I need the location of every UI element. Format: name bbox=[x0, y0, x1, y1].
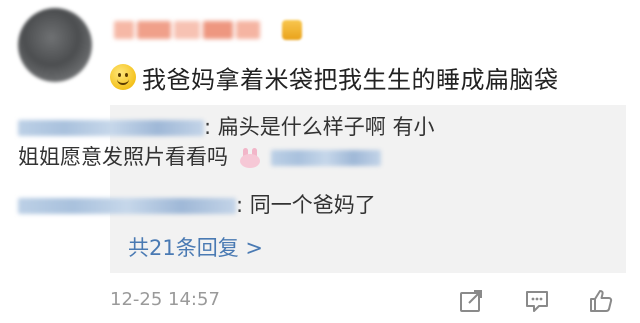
vip-badge-icon bbox=[282, 20, 302, 40]
comment-body: 我爸妈拿着米袋把我生生的睡成扁脑袋 bbox=[110, 60, 559, 94]
smile-emoji-icon bbox=[110, 64, 136, 90]
share-icon[interactable] bbox=[458, 288, 484, 314]
reply-username-blurred[interactable] bbox=[18, 198, 236, 214]
comment-timestamp: 12-25 14:57 bbox=[110, 289, 220, 310]
reply-text: 扁头是什么样子啊 有小 bbox=[217, 115, 435, 139]
reply-separator: : bbox=[204, 115, 212, 139]
reply-item-continued: 姐姐愿意发照片看看吗 bbox=[18, 142, 382, 172]
username-blurred[interactable] bbox=[114, 18, 274, 42]
reply-username-blurred[interactable] bbox=[271, 150, 382, 166]
thumbs-up-icon[interactable] bbox=[588, 288, 614, 314]
reply-username-blurred[interactable] bbox=[18, 120, 204, 136]
comment-icon[interactable] bbox=[524, 288, 550, 314]
reply-separator: : bbox=[236, 193, 244, 217]
reply-text: 同一个爸妈了 bbox=[249, 193, 376, 217]
comment-text: 我爸妈拿着米袋把我生生的睡成扁脑袋 bbox=[142, 65, 559, 94]
bunny-emoji-icon bbox=[239, 148, 261, 168]
view-more-replies-link[interactable]: 共21条回复 > bbox=[128, 232, 263, 262]
reply-item[interactable]: : 同一个爸妈了 bbox=[18, 190, 376, 220]
reply-item[interactable]: : 扁头是什么样子啊 有小 bbox=[18, 112, 434, 142]
avatar[interactable] bbox=[18, 8, 92, 82]
reply-text: 姐姐愿意发照片看看吗 bbox=[18, 145, 228, 169]
